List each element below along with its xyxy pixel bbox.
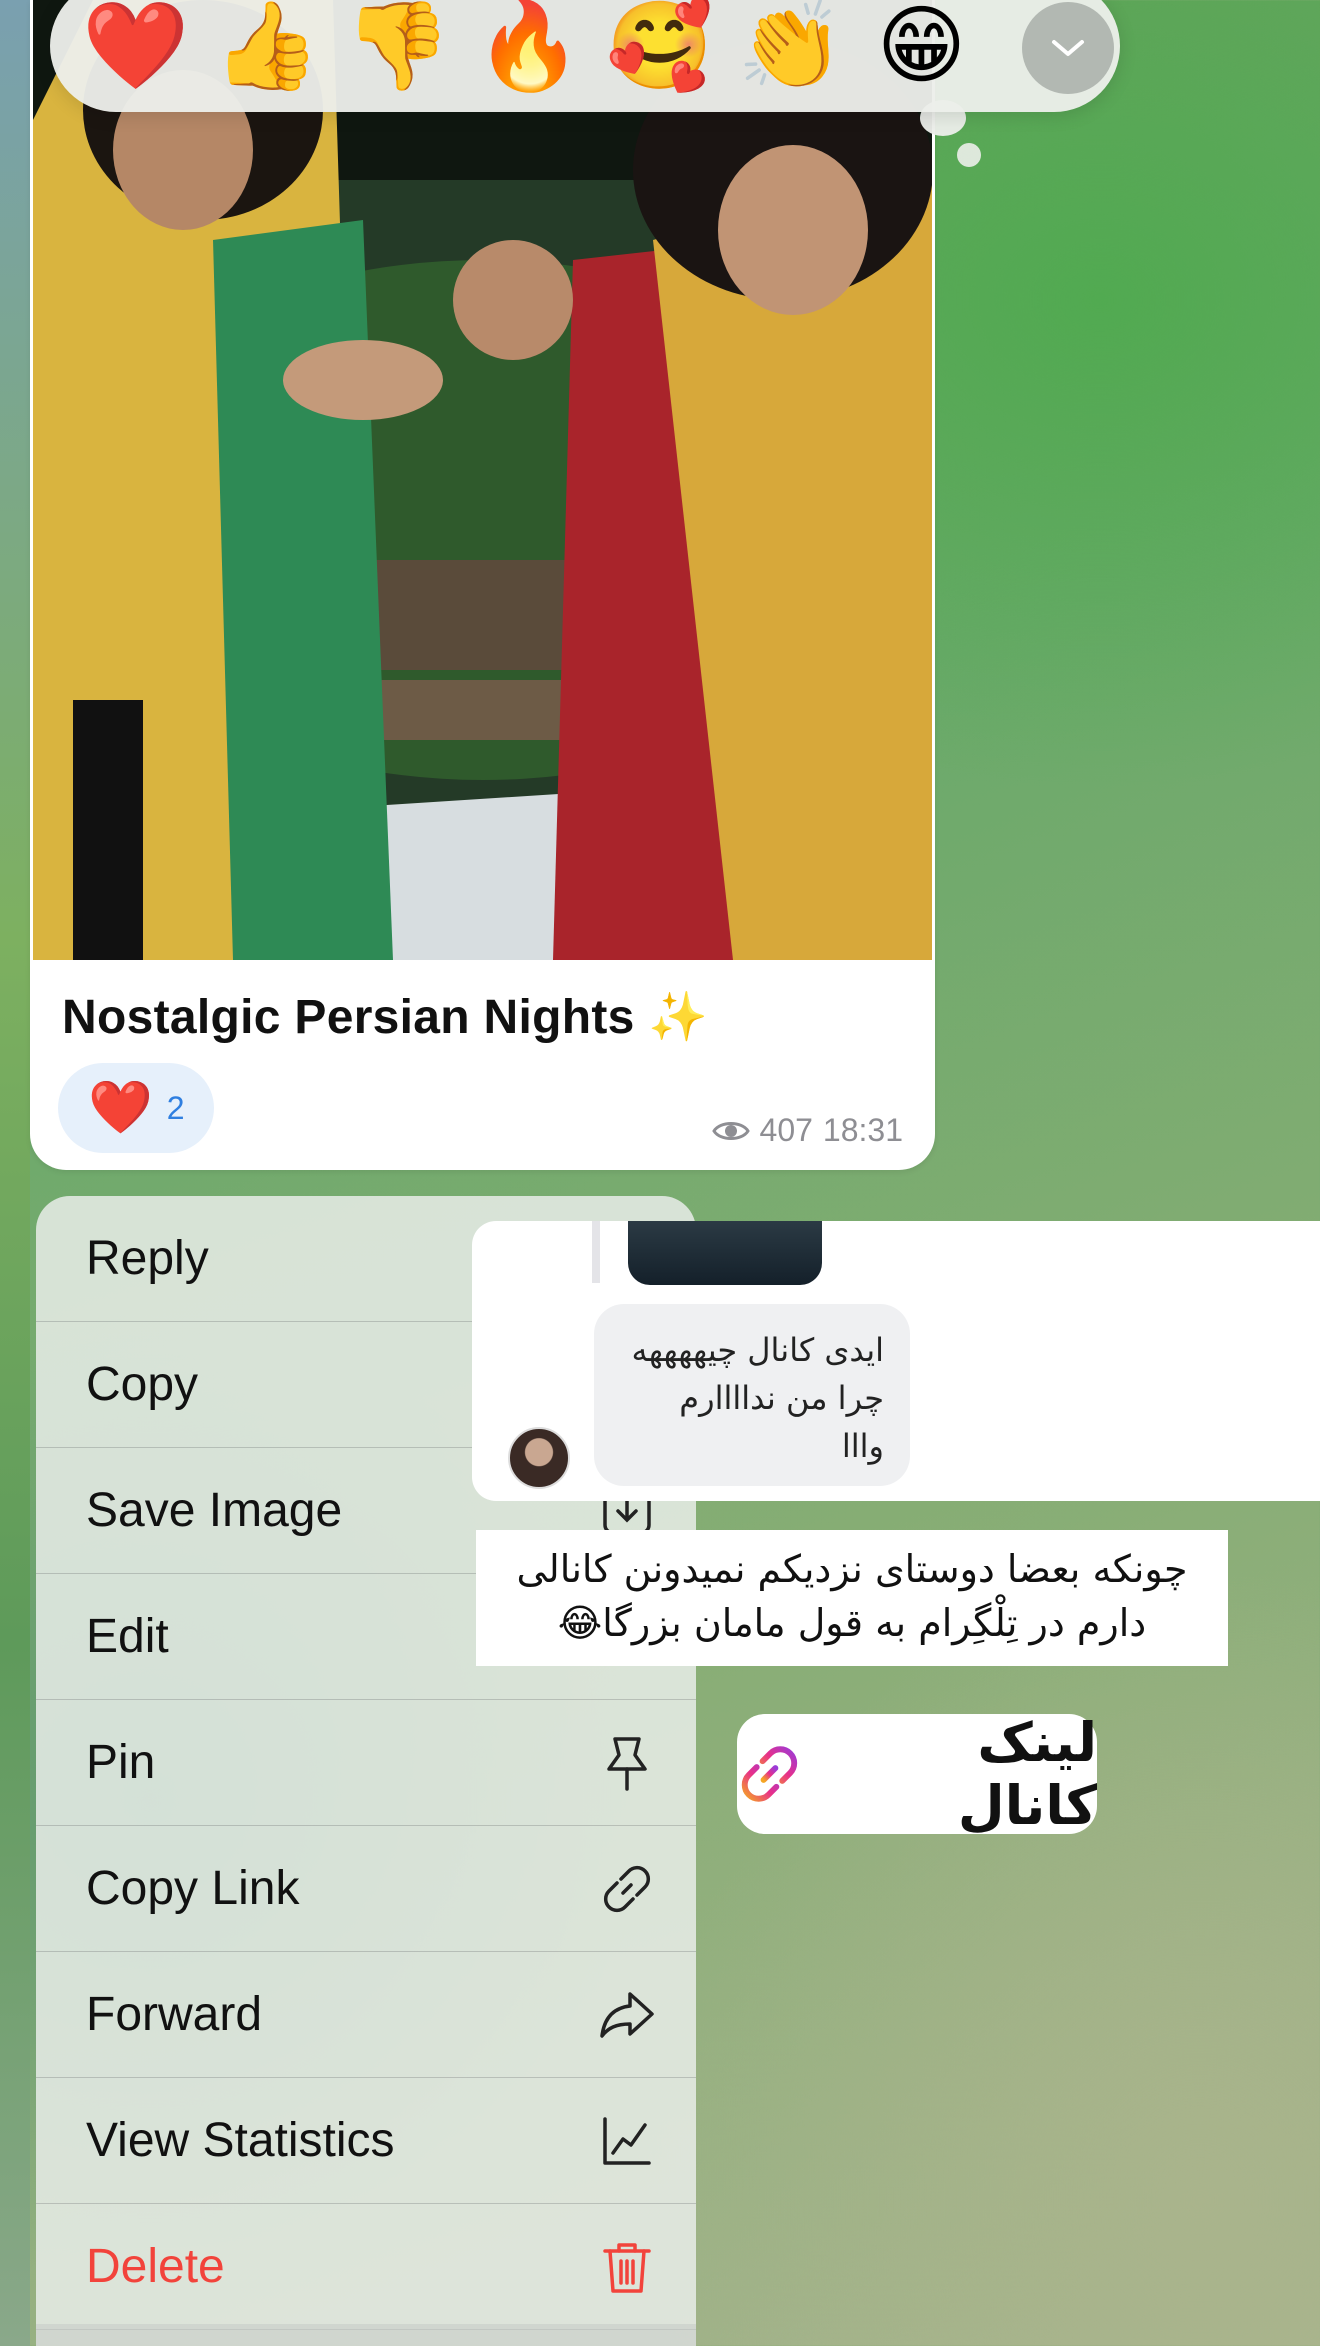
- menu-item-view-statistics[interactable]: View Statistics: [36, 2078, 696, 2204]
- menu-item-label: Forward: [86, 1988, 263, 2041]
- menu-item-label: Pin: [86, 1736, 156, 1789]
- heart-reaction-chip[interactable]: ❤️ 2: [58, 1063, 214, 1153]
- menu-item-label: Reply: [86, 1232, 209, 1285]
- pin-icon: [598, 1734, 656, 1792]
- reaction-grin[interactable]: 😁: [856, 3, 987, 89]
- reaction-love-face[interactable]: 🥰: [594, 3, 725, 89]
- heart-emoji: ❤️: [88, 1079, 153, 1137]
- background-edge: [0, 0, 30, 2346]
- trash-icon: [598, 2238, 656, 2296]
- reaction-count: 2: [166, 1089, 185, 1126]
- comment-screenshot-card: ایدی کانال چیههههه چرا من نداااارم وااا: [472, 1221, 1320, 1501]
- channel-link-sticker[interactable]: لینک کانال: [737, 1711, 1097, 1837]
- menu-item-label: Copy Link: [86, 1862, 300, 1915]
- reaction-clap[interactable]: 👏: [725, 3, 856, 89]
- menu-item-delete[interactable]: Delete: [36, 2204, 696, 2330]
- menu-item-label: Delete: [86, 2240, 225, 2293]
- comment-line: ایدی کانال چیههههه: [631, 1331, 884, 1369]
- caption-note: چونکه بعضا دوستای نزدیکم نمیدونن کانالی …: [476, 1530, 1228, 1666]
- menu-item-copy-link[interactable]: Copy Link: [36, 1826, 696, 1952]
- menu-item-label: View Statistics: [86, 2114, 395, 2167]
- menu-item-label: Copy: [86, 1358, 199, 1411]
- reaction-thumbs-up[interactable]: 👍: [201, 3, 332, 89]
- post-photo[interactable]: [33, 0, 932, 960]
- menu-footer: [36, 2324, 696, 2346]
- photo-illustration: [33, 0, 932, 960]
- link-icon: [598, 1860, 656, 1918]
- post-meta: 407 18:31: [711, 1112, 903, 1149]
- chevron-down-icon: [1052, 40, 1084, 56]
- reaction-heart[interactable]: ❤️: [70, 3, 201, 89]
- reply-indicator-bar: [592, 1221, 600, 1283]
- note-line: دارم در تِلْگِرام به قول مامان بزرگا😂: [557, 1601, 1147, 1645]
- post-caption: Nostalgic Persian Nights ✨: [62, 991, 709, 1044]
- eye-icon: [711, 1121, 750, 1140]
- channel-post-bubble[interactable]: Nostalgic Persian Nights ✨ ❤️ 2 407 18:3…: [30, 0, 935, 1170]
- comment-line: وااا: [841, 1427, 884, 1465]
- menu-item-pin[interactable]: Pin: [36, 1700, 696, 1826]
- reaction-bar-tail-dot: [957, 143, 981, 167]
- post-time: 18:31: [822, 1112, 903, 1148]
- forward-icon: [598, 1986, 656, 2044]
- link-icon: [741, 1746, 798, 1802]
- statistics-icon: [598, 2112, 656, 2170]
- menu-item-label: Edit: [86, 1610, 169, 1663]
- note-line: چونکه بعضا دوستای نزدیکم نمیدونن کانالی: [516, 1547, 1188, 1591]
- expand-reactions-button[interactable]: [1022, 2, 1114, 94]
- reaction-picker: ❤️ 👍 👎 🔥 🥰 👏 😁: [50, 0, 1120, 112]
- reaction-thumbs-down[interactable]: 👎: [332, 3, 463, 89]
- comment-bubble: ایدی کانال چیههههه چرا من نداااارم وااا: [594, 1304, 910, 1486]
- comment-line: چرا من نداااارم: [679, 1379, 884, 1417]
- media-thumbnail: [628, 1221, 822, 1285]
- view-count: 407: [759, 1112, 813, 1148]
- reaction-fire[interactable]: 🔥: [463, 3, 594, 89]
- channel-link-label: لینک کانال: [957, 1711, 1097, 1837]
- menu-item-label: Save Image: [86, 1484, 343, 1537]
- avatar: [508, 1427, 570, 1489]
- menu-item-forward[interactable]: Forward: [36, 1952, 696, 2078]
